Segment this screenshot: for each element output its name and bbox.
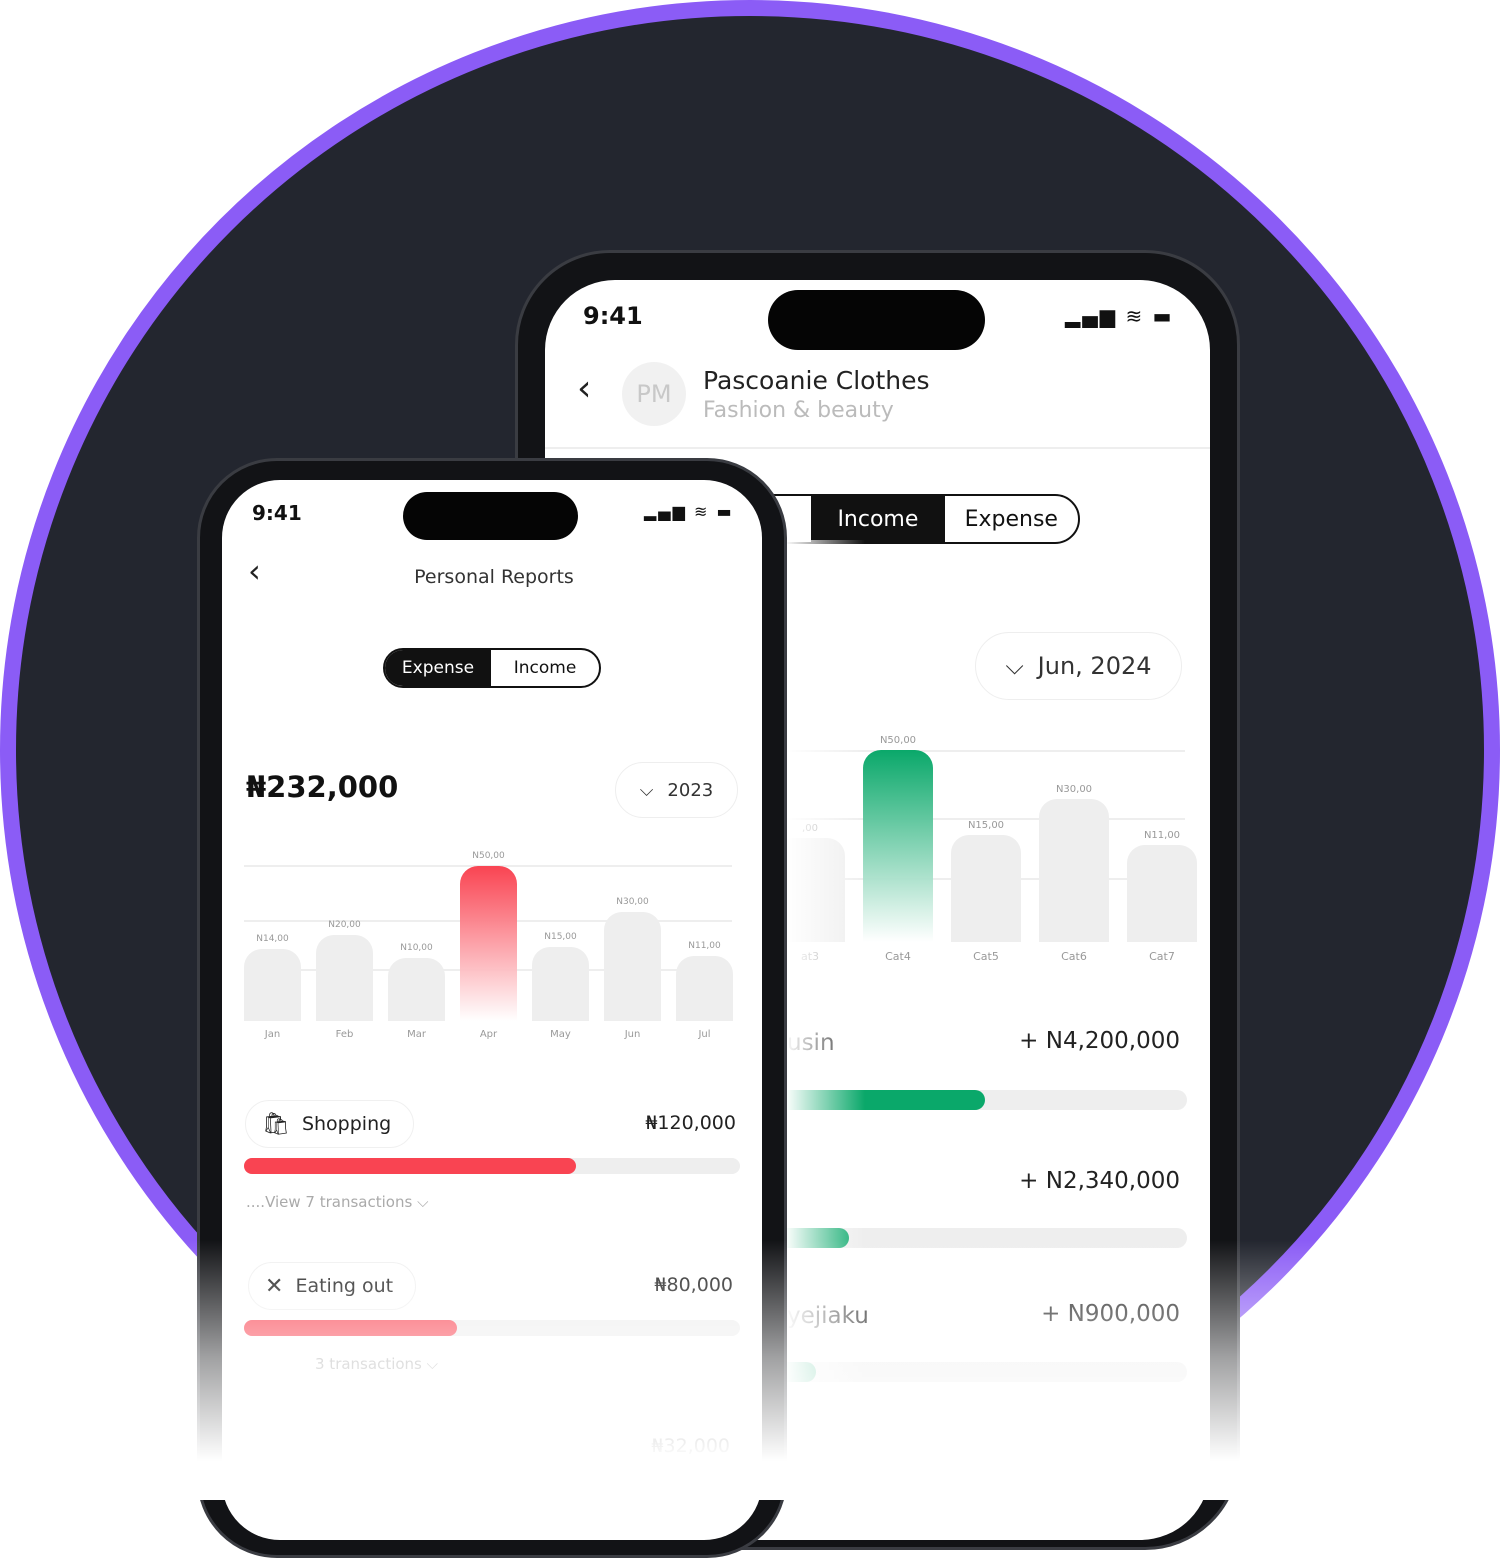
bottom-fade [0,1240,1500,1500]
chart-bar-Feb [316,935,373,1021]
dynamic-island [768,290,985,350]
x-tick-label: Jun [624,1029,641,1040]
x-tick-label: Cat6 [1061,950,1087,963]
view-transactions-label: ....View 7 transactions [246,1193,413,1211]
x-tick-label: Jul [698,1029,711,1040]
chart-bar-Cat6 [1039,798,1109,942]
x-tick-label: Cat5 [973,950,999,963]
bar-value-label: N14,00 [256,933,289,944]
chevron-down-icon: ⌵ [639,779,654,801]
page-title: Personal Reports [414,566,574,588]
chevron-down-icon: ⌵ [1005,652,1024,680]
income-amount: + N4,200,000 [1019,1028,1180,1054]
period-dropdown[interactable]: ⌵ Jun, 2024 [975,632,1182,700]
chart-bar-Jun [604,912,661,1021]
tab-income[interactable]: Income [811,496,945,542]
x-tick-label: Mar [407,1029,426,1040]
tab-expense[interactable]: Expense [945,496,1078,542]
tab-expense[interactable]: Expense [385,650,492,686]
chart-bar-Cat7 [1127,845,1197,942]
category-label: Shopping [301,1113,392,1135]
status-icons: ▂▄▆ ≋ ▬ [644,502,734,521]
business-subtitle: Fashion & beauty [703,398,894,423]
type-toggle: Income Expense [745,494,1080,544]
header-divider [545,447,1210,449]
expense-chart: N14,00 Jan N20,00 Feb N10,00 Mar N50,00 Apr N15,… [244,851,733,1065]
bar-value-label: N20,00 [328,920,361,930]
chevron-down-icon: ⌵ [412,1193,429,1211]
period-dropdown[interactable]: ⌵ 2023 [615,762,738,818]
chart-bar-May [532,946,589,1021]
x-tick-label: Cat7 [1149,950,1175,963]
bar-value-label: N30,00 [1055,783,1093,795]
category-amount: ₦120,000 [645,1112,736,1134]
status-time: 9:41 [583,302,643,330]
view-transactions-link[interactable]: ....View 7 transactions ⌵ [246,1193,428,1211]
chart-bar-Cat5 [951,835,1021,942]
x-tick-label: Feb [335,1029,354,1040]
category-chip[interactable]: 🛍 Shopping [245,1100,415,1148]
total-amount: ₦232,000 [246,770,399,804]
x-tick-label: May [550,1029,571,1040]
x-tick-label: Cat4 [885,950,911,963]
period-value: 2023 [667,779,714,801]
shopping-bag-icon: 🛍 [262,1111,290,1137]
status-time: 9:41 [252,501,302,525]
x-tick-label: Apr [479,1029,498,1040]
bar-value-label: N11,00 [688,940,721,951]
chart-bar-Mar [388,958,445,1021]
bar-value-label: N50,00 [879,734,917,746]
chart-bar-Jul [676,955,733,1021]
bar-value-label: N15,00 [967,820,1005,832]
bar-value-label: N10,00 [400,943,433,953]
expense-progress-bar [244,1158,740,1174]
chart-bar-Jan [244,948,301,1021]
bar-value-label: N50,00 [472,851,505,861]
avatar: PM [622,362,686,426]
type-toggle: Expense Income [383,648,601,688]
back-icon[interactable]: ‹ [577,368,591,409]
chart-bar-Cat4 [863,749,933,942]
bar-value-label: N11,00 [1143,830,1181,842]
chart-bar-Apr [460,866,517,1021]
tab-income[interactable]: Income [491,650,599,686]
dynamic-island [403,492,578,540]
income-amount: + N2,340,000 [1019,1168,1180,1194]
business-title: Pascoanie Clothes [703,366,930,395]
status-icons: ▂▄▆ ≋ ▬ [1065,304,1174,328]
x-tick-label: Jan [264,1029,281,1040]
bar-value-label: N30,00 [616,897,649,907]
period-value: Jun, 2024 [1037,652,1152,680]
expense-progress-fill [244,1158,577,1174]
bar-value-label: N15,00 [544,931,577,942]
